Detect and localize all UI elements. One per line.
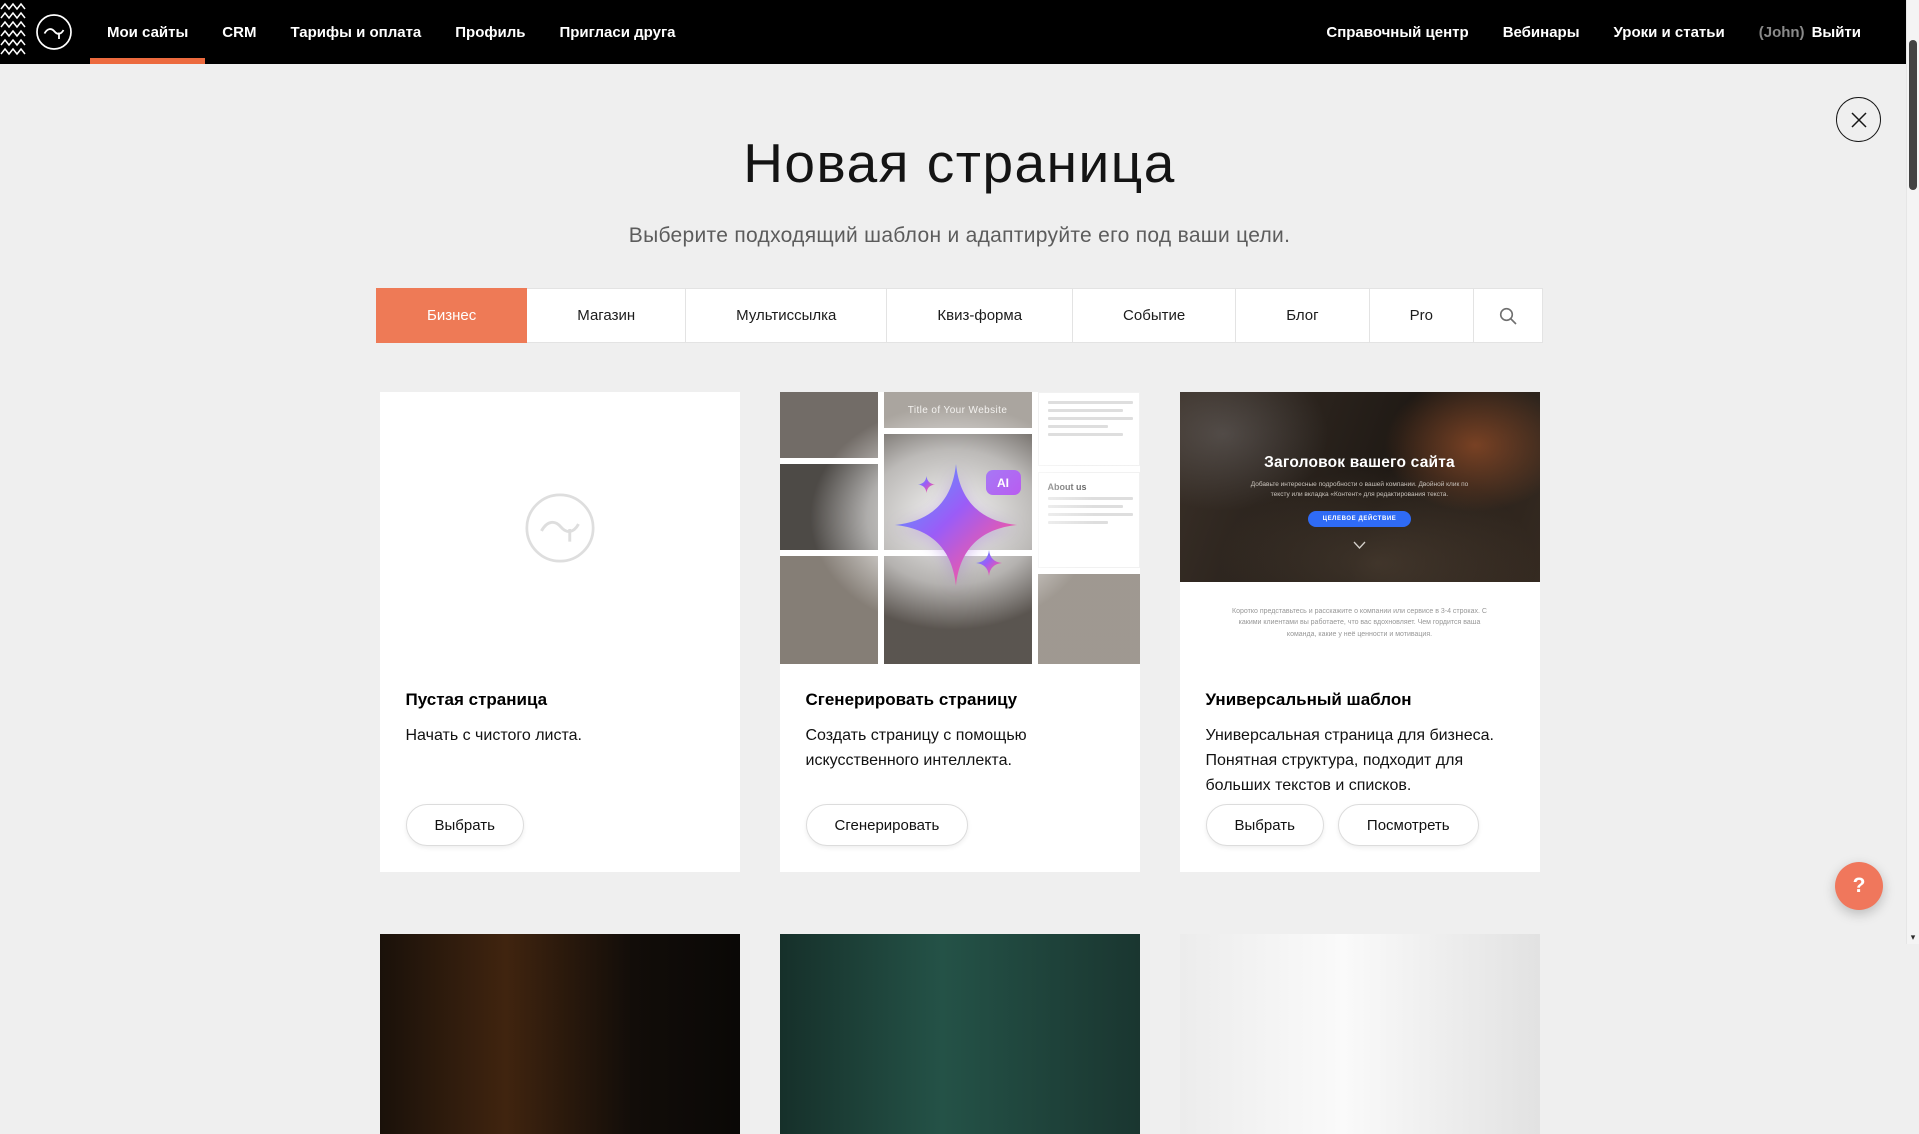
ai-badge: AI [986,470,1021,495]
tab-quiz-form[interactable]: Квиз-форма [886,288,1073,343]
card-title: Универсальный шаблон [1206,690,1412,710]
template-hero-image: Заголовок вашего сайта Добавьте интересн… [1180,392,1540,582]
page-subtitle: Выберите подходящий шаблон и адаптируйте… [0,224,1919,248]
view-universal-button[interactable]: Посмотреть [1338,804,1479,846]
nav-item-invite-friend[interactable]: Пригласи друга [542,0,692,64]
card-actions: Выбрать [406,804,524,872]
preview-about-section: Коротко представьтесь и расскажите о ком… [1180,582,1540,664]
nav-item-webinars[interactable]: Вебинары [1486,0,1597,64]
card-body: Пустая страница Начать с чистого листа. … [380,664,740,872]
tilda-watermark-icon [521,489,599,567]
nav-item-tariffs[interactable]: Тарифы и оплата [273,0,438,64]
chevron-down-icon [1353,541,1366,549]
nav-item-crm[interactable]: CRM [205,0,273,64]
ai-card-preview: Title of Your Website About us [780,392,1140,664]
preview-cta-button: ЦЕЛЕВОЕ ДЕЙСТВИЕ [1308,511,1412,527]
logout-label: Выйти [1812,24,1861,41]
page-title: Новая страница [0,130,1919,196]
navbar-spacer [693,0,1310,64]
blank-card-preview [380,392,740,664]
close-icon [1850,111,1868,129]
tab-event[interactable]: Событие [1072,288,1236,343]
tab-pro[interactable]: Pro [1369,288,1474,343]
card-body: Сгенерировать страницу Создать страницу … [780,664,1140,872]
card-description: Начать с чистого листа. [406,724,582,749]
card-body: Универсальный шаблон Универсальная стран… [1180,664,1540,872]
card-title: Пустая страница [406,690,548,710]
universal-card-preview: Заголовок вашего сайта Добавьте интересн… [1180,392,1540,664]
nav-item-profile[interactable]: Профиль [438,0,542,64]
zigzag-pattern [0,0,26,64]
scrollbar-track: ▾ [1906,0,1919,944]
tilda-logo-icon [34,12,74,52]
nav-item-help-center[interactable]: Справочный центр [1309,0,1485,64]
preview-subheading: Добавьте интересные подробности о вашей … [1242,480,1477,500]
preview-heading: Заголовок вашего сайта [1264,454,1455,472]
tab-search[interactable] [1473,288,1543,343]
nav-item-lessons[interactable]: Уроки и статьи [1597,0,1742,64]
tilda-logo[interactable] [34,0,74,64]
search-icon [1498,306,1518,326]
user-name: (John) [1759,24,1805,41]
navbar-right-menu: Справочный центр Вебинары Уроки и статьи… [1309,0,1861,64]
template-card-blank: Пустая страница Начать с чистого листа. … [380,392,740,872]
nav-item-logout[interactable]: (John) Выйти [1742,0,1861,64]
help-button[interactable]: ? [1835,862,1883,910]
ai-sparkle-small-icon [976,550,1002,576]
ai-sparkle-small-icon [918,476,935,493]
tab-business[interactable]: Бизнес [376,288,527,343]
template-category-tabs: Бизнес Магазин Мультиссылка Квиз-форма С… [0,288,1919,343]
tab-blog[interactable]: Блог [1235,288,1369,343]
card-actions: Сгенерировать [806,804,969,872]
preview-about-text: Коротко представьтесь и расскажите о ком… [1228,606,1492,641]
scrollbar-down-arrow[interactable]: ▾ [1907,931,1919,943]
template-card-generate-ai: Title of Your Website About us [780,392,1140,872]
template-card-partial[interactable] [1180,934,1540,1134]
nav-item-my-sites[interactable]: Мои сайты [90,0,205,64]
template-card-universal: Заголовок вашего сайта Добавьте интересн… [1180,392,1540,872]
generate-button[interactable]: Сгенерировать [806,804,969,846]
card-description: Создать страницу с помощью искусственног… [806,724,1114,774]
card-description: Универсальная страница для бизнеса. Поня… [1206,724,1514,798]
tab-store[interactable]: Магазин [526,288,686,343]
scrollbar-thumb[interactable] [1909,40,1917,190]
tab-multilink[interactable]: Мультиссылка [685,288,887,343]
card-title: Сгенерировать страницу [806,690,1018,710]
template-grid-next-row [380,934,1540,1134]
close-button[interactable] [1836,97,1881,142]
template-card-partial[interactable] [380,934,740,1134]
top-navbar: Мои сайты CRM Тарифы и оплата Профиль Пр… [0,0,1919,64]
choose-universal-button[interactable]: Выбрать [1206,804,1324,846]
card-actions: Выбрать Посмотреть [1206,804,1479,872]
template-grid: Пустая страница Начать с чистого листа. … [380,392,1540,872]
navbar-left-menu: Мои сайты CRM Тарифы и оплата Профиль Пр… [90,0,693,64]
choose-blank-button[interactable]: Выбрать [406,804,524,846]
template-card-partial[interactable] [780,934,1140,1134]
